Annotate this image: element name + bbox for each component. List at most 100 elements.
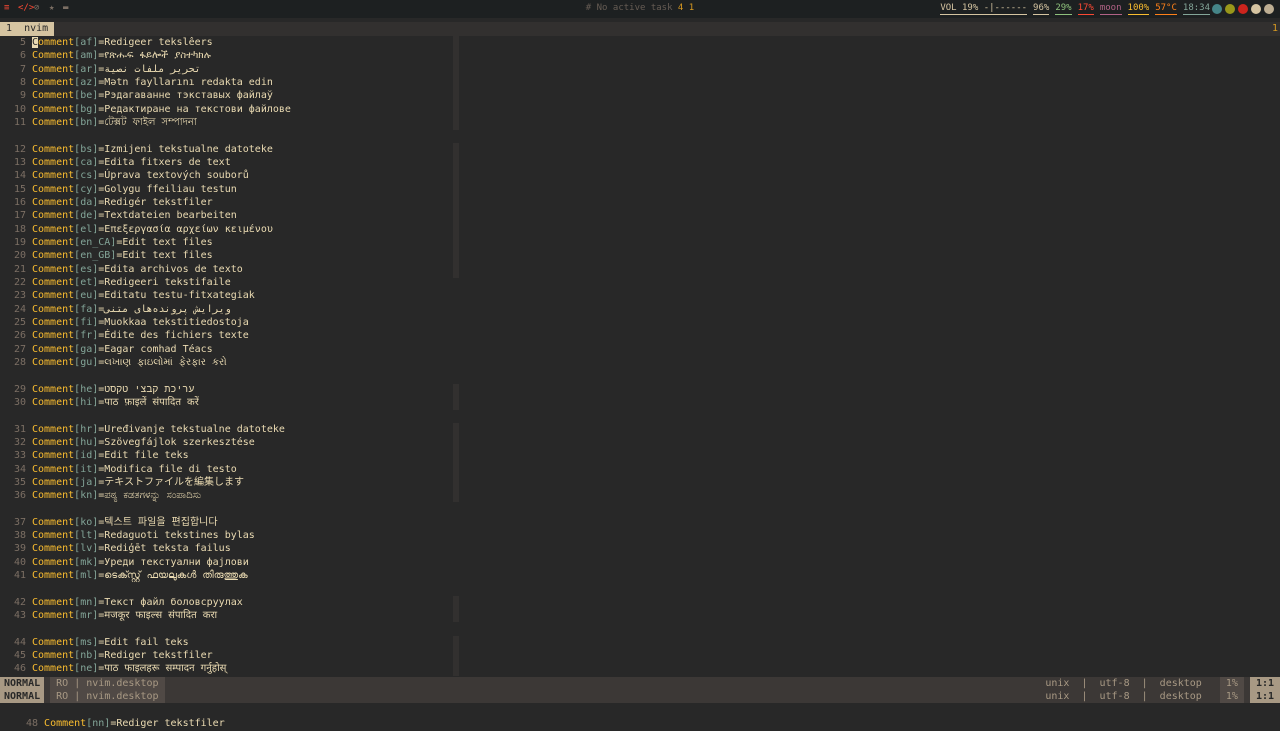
lang-code: [bs] <box>74 143 99 155</box>
comment-value: የጽሑፍ ፋይሎች ያስተካክሉ <box>104 50 211 62</box>
line-number: 28 <box>13 356 26 368</box>
keyboard-layout-icon[interactable] <box>1238 4 1248 14</box>
status-module[interactable]: 18:34 <box>1182 3 1210 15</box>
buffer-line[interactable]: 15 Comment[cy]=Golygu ffeiliau testun <box>0 183 1280 196</box>
comment-key: Comment <box>32 170 75 182</box>
lang-code: [kn] <box>74 490 99 502</box>
buffer-line[interactable]: 11 Comment[bn]=টেক্সট ফাইল সম্পাদনা <box>0 116 1280 129</box>
buffer-line[interactable]: 29 Comment[he]=עריכת קבצי טקסט <box>0 383 1280 396</box>
buffer-line[interactable]: 8 Comment[az]=Mətn fayllarını redakta edi… <box>0 76 1280 89</box>
comment-value: Edit file teks <box>104 450 189 462</box>
buffer-line[interactable]: 12 Comment[bs]=Izmijeni tekstualne datote… <box>0 143 1280 156</box>
comment-value: ویرایش پرونده‌های متنی <box>104 303 231 315</box>
buffer-line[interactable]: 16 Comment[da]=Redigér tekstfiler <box>0 196 1280 209</box>
comment-value: Edit text files <box>122 236 213 248</box>
comment-key: Comment <box>32 650 75 662</box>
buffer-line[interactable]: 19 Comment[en_CA]=Edit text files <box>0 236 1280 249</box>
buffer-line[interactable]: 41 Comment[ml]=ടെക്സ്റ്റ് ഫയലുകൾ തിരുത്തു… <box>0 569 1280 582</box>
buffer-line[interactable]: 23 Comment[eu]=Editatu testu-fitxategiak <box>0 289 1280 302</box>
comment-value: Redigeeri tekstifaile <box>104 276 231 288</box>
buffer-line[interactable]: 38 Comment[lt]=Redaguoti tekstines bylas <box>0 529 1280 542</box>
buffer-line[interactable]: 40 Comment[mk]=Уреди текстуални фајлови <box>0 556 1280 569</box>
buffer-line[interactable] <box>0 622 1280 635</box>
buffer-line[interactable]: 9 Comment[be]=Рэдагаванне тэкставых файла… <box>0 89 1280 102</box>
line-number: 46 <box>13 663 26 675</box>
status-module[interactable]: VOL 19% -|------ <box>940 3 1028 15</box>
buffer-line[interactable]: 33 Comment[id]=Edit file teks <box>0 449 1280 462</box>
buffer-line[interactable] <box>0 582 1280 595</box>
buffer-line[interactable]: 45 Comment[nb]=Rediger tekstfiler <box>0 649 1280 662</box>
task-count: 4 <box>677 3 684 13</box>
statusline-2: NORMAL RO | nvim.desktop unix | utf-8 | … <box>0 690 1280 703</box>
lang-code: [bn] <box>74 116 99 128</box>
buffer-line[interactable]: 25 Comment[fi]=Muokkaa tekstitiedostoja <box>0 316 1280 329</box>
buffer-line[interactable] <box>0 129 1280 142</box>
lang-code: [ml] <box>74 570 99 582</box>
telegram-icon[interactable] <box>1212 4 1222 14</box>
tab-nvim[interactable]: 1 nvim <box>0 22 55 36</box>
buffer-line[interactable]: 26 Comment[fr]=Édite des fichiers texte <box>0 329 1280 342</box>
line-number: 39 <box>13 543 26 555</box>
buffer-line[interactable]: 27 Comment[ga]=Eagar comhad Téacs <box>0 343 1280 356</box>
power-icon[interactable] <box>1264 4 1274 14</box>
buffer-line[interactable] <box>0 502 1280 515</box>
comment-key: Comment <box>32 196 75 208</box>
comment-value: Rediger tekstfiler <box>104 650 213 662</box>
network-icon[interactable] <box>1251 4 1261 14</box>
comment-value: Уреди текстуални фајлови <box>104 556 249 568</box>
comment-key: Comment <box>32 156 75 168</box>
line-number: 43 <box>13 610 26 622</box>
comment-value: Rediģēt teksta failus <box>104 543 231 555</box>
buffer-line[interactable]: 36 Comment[kn]=ಪಠ್ಯ ಕಡತಗಳನ್ನು ಸಂಪಾದಿಸು <box>0 489 1280 502</box>
buffer-line[interactable]: 18 Comment[el]=Επεξεργασία αρχείων κειμέν… <box>0 223 1280 236</box>
buffer-line[interactable]: 37 Comment[ko]=텍스트 파일을 편집합니다 <box>0 516 1280 529</box>
buffer-line[interactable]: 34 Comment[it]=Modifica file di testo <box>0 463 1280 476</box>
comment-value: Édite des fichiers texte <box>104 330 249 342</box>
buffer-line[interactable]: 10 Comment[bg]=Редактиране на текстови фа… <box>0 103 1280 116</box>
comment-value: Eagar comhad Téacs <box>104 343 213 355</box>
cursor-position-2: 1:1 <box>1249 690 1280 703</box>
cursor-position: 1:1 <box>1249 677 1280 690</box>
buffer-line[interactable]: 17 Comment[de]=Textdateien bearbeiten <box>0 209 1280 222</box>
buffer-line[interactable]: 46 Comment[ne]=पाठ फाइलहरू सम्पादन गर्नुह… <box>0 662 1280 675</box>
buffer-line[interactable]: 39 Comment[lv]=Rediģēt teksta failus <box>0 542 1280 555</box>
status-module[interactable]: 17% <box>1077 3 1094 15</box>
status-modules: VOL 19% -|------ 96% 29% 17% moon 100% 57°C 18:… <box>934 3 1210 15</box>
buffer-line[interactable]: 21 Comment[es]=Edita archivos de texto <box>0 263 1280 276</box>
buffer-line[interactable]: 31 Comment[hr]=Uređivanje tekstualne dato… <box>0 423 1280 436</box>
lang-code: [az] <box>74 76 99 88</box>
buffer-line[interactable]: 43 Comment[mr]=मजकूर फाइल्स संपादित करा <box>0 609 1280 622</box>
status-module[interactable]: 100% <box>1127 3 1150 15</box>
update-icon[interactable] <box>1225 4 1235 14</box>
status-module[interactable]: 29% <box>1055 3 1072 15</box>
buffer-line[interactable]: 32 Comment[hu]=Szövegfájlok szerkesztése <box>0 436 1280 449</box>
buffer-line[interactable]: 22 Comment[et]=Redigeeri tekstifaile <box>0 276 1280 289</box>
buffer-line[interactable] <box>0 409 1280 422</box>
buffer-line[interactable]: 35 Comment[ja]=テキストファイルを編集します <box>0 476 1280 489</box>
comment-value: Redigér tekstfiler <box>104 196 213 208</box>
buffer-line[interactable] <box>0 369 1280 382</box>
status-module[interactable]: 96% <box>1033 3 1050 15</box>
comment-value: पाठ फ़ाइलें संपादित करें <box>104 396 199 408</box>
buffer-line[interactable]: 44 Comment[ms]=Edit fail teks <box>0 636 1280 649</box>
buffer-line[interactable]: 28 Comment[gu]=લખાણ ફાઇલોમાં ફેરફાર કરો <box>0 356 1280 369</box>
buffer-line[interactable]: 13 Comment[ca]=Edita fitxers de text <box>0 156 1280 169</box>
comment-key: Comment <box>32 63 75 75</box>
buffer-line[interactable]: 7 Comment[ar]=تحرير ملفات نصية <box>0 63 1280 76</box>
status-module[interactable]: moon <box>1099 3 1122 15</box>
line-number: 33 <box>13 450 26 462</box>
buffer-line[interactable]: 5 Comment[af]=Redigeer tekslêers <box>0 36 1280 49</box>
last-visible-line[interactable]: 48 Comment[nn]=Rediger tekstfiler <box>0 703 1280 729</box>
buffer-line[interactable]: 24 Comment[fa]=ویرایش پرونده‌های متنی <box>0 303 1280 316</box>
line-number: 10 <box>13 103 26 115</box>
buffer-line[interactable]: 14 Comment[cs]=Úprava textových souborů <box>0 169 1280 182</box>
buffer-line[interactable]: 42 Comment[mn]=Текст файл боловсруулах <box>0 596 1280 609</box>
line-number: 5 <box>19 37 26 48</box>
buffer-line[interactable]: 6 Comment[am]=የጽሑፍ ፋይሎች ያስተካክሉ <box>0 49 1280 62</box>
status-module[interactable]: 57°C <box>1155 3 1177 15</box>
editor-buffer[interactable]: 5 Comment[af]=Redigeer tekslêers 6 Comment[… <box>0 36 1280 676</box>
comment-key: Comment <box>32 50 75 62</box>
buffer-line[interactable]: 20 Comment[en_GB]=Edit text files <box>0 249 1280 262</box>
buffer-line[interactable]: 30 Comment[hi]=पाठ फ़ाइलें संपादित करें <box>0 396 1280 409</box>
line-number: 34 <box>13 463 26 475</box>
